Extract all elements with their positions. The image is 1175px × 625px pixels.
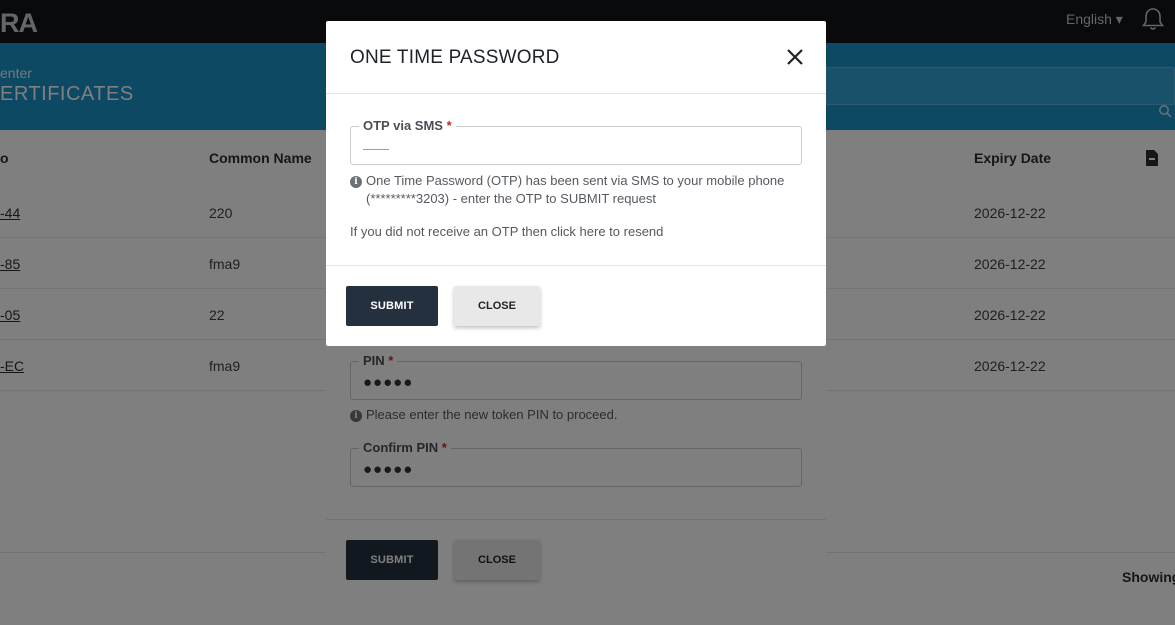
otp-placeholder-line bbox=[363, 149, 389, 150]
required-mark: * bbox=[446, 118, 452, 133]
otp-info-line2: (*********3203) - enter the OTP to SUBMI… bbox=[366, 191, 656, 206]
modal-footer-divider bbox=[326, 265, 826, 266]
otp-info-line1: One Time Password (OTP) has been sent vi… bbox=[366, 173, 785, 188]
info-icon: i bbox=[350, 176, 362, 188]
otp-input[interactable]: OTP via SMS * bbox=[350, 118, 802, 165]
modal-title: ONE TIME PASSWORD bbox=[350, 47, 560, 68]
close-button[interactable]: CLOSE bbox=[454, 286, 540, 326]
close-icon[interactable] bbox=[785, 47, 805, 67]
otp-label: OTP via SMS bbox=[363, 118, 443, 133]
submit-button[interactable]: SUBMIT bbox=[346, 286, 438, 326]
resend-otp-link[interactable]: If you did not receive an OTP then click… bbox=[350, 224, 663, 239]
otp-info: i One Time Password (OTP) has been sent v… bbox=[350, 172, 784, 190]
otp-modal: ONE TIME PASSWORD OTP via SMS * i One Tim… bbox=[326, 21, 826, 346]
modal-header-divider bbox=[326, 93, 826, 94]
